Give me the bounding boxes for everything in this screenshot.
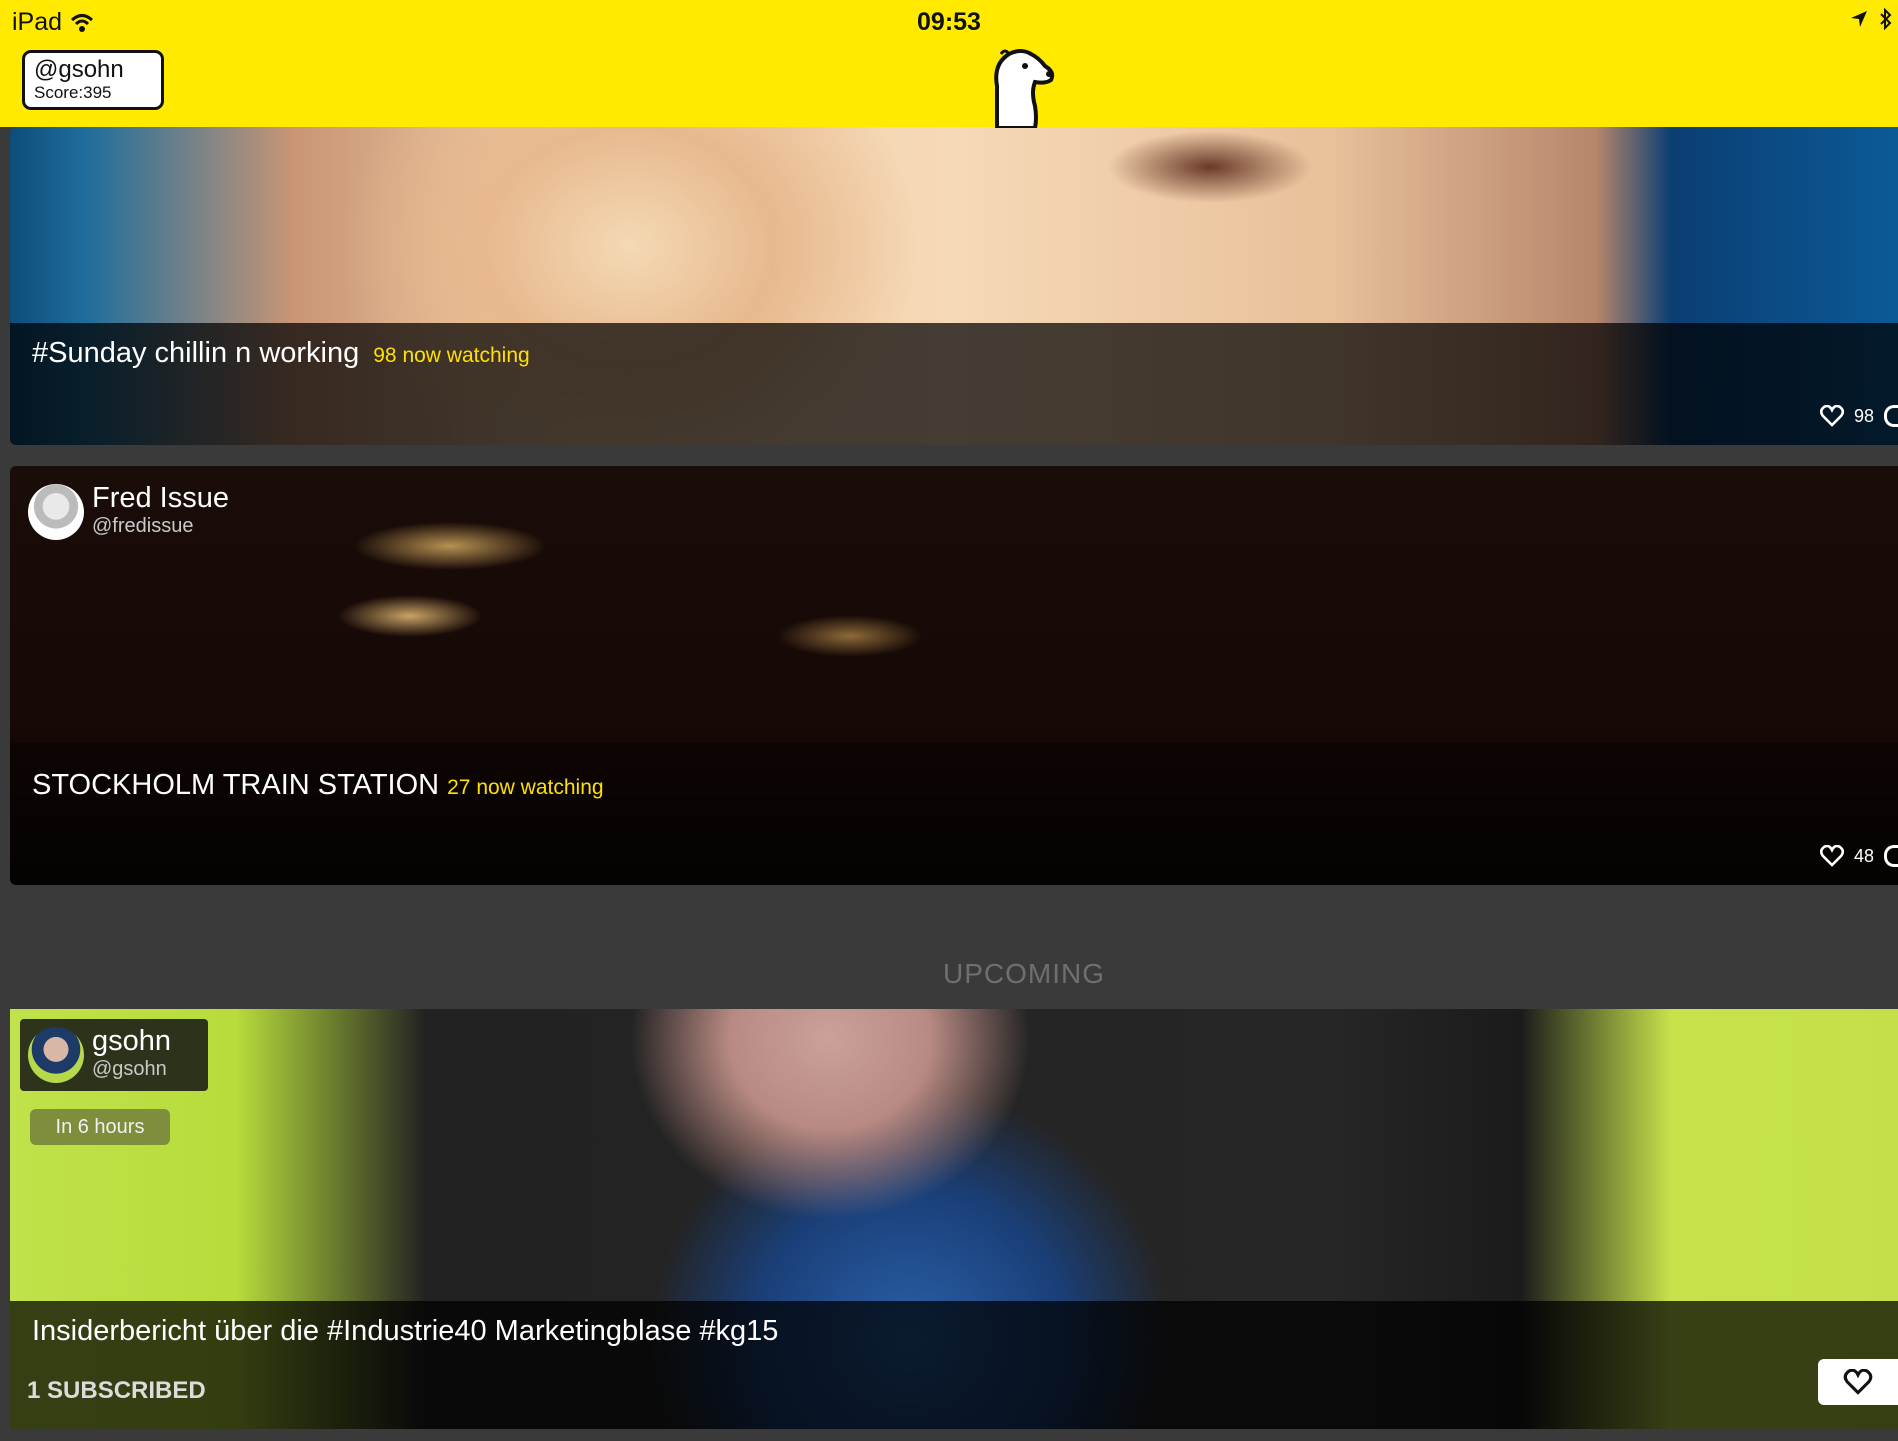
upcoming-section-label: UPCOMING: [943, 958, 1105, 989]
stream-title: #Sunday chillin n working: [32, 337, 360, 369]
subscribed-count: 1 SUBSCRIBED: [27, 1377, 206, 1404]
heart-icon[interactable]: [1819, 845, 1844, 867]
comment-icon[interactable]: [1884, 845, 1898, 867]
scheduled-time-badge: In 6 hours: [30, 1109, 170, 1145]
stream-stats: 48: [1819, 845, 1898, 867]
status-time: 09:53: [917, 8, 981, 36]
avatar[interactable]: [28, 1027, 84, 1083]
like-count: 48: [1853, 845, 1874, 866]
user-score: Score:395: [34, 83, 112, 102]
stream-caption-bar: #Sunday chillin n working 98 now watchin…: [10, 323, 1898, 445]
comment-icon[interactable]: [1884, 405, 1898, 427]
author-name: Fred Issue: [92, 482, 229, 514]
location-arrow-icon: [1851, 11, 1867, 27]
author-info[interactable]: gsohn @gsohn: [20, 1019, 208, 1091]
watching-count: 27 now watching: [447, 776, 604, 799]
top-bar: iPad 09:53 @gsohn Score:395: [0, 0, 1898, 128]
meerkat-logo[interactable]: [985, 46, 1065, 128]
heart-icon: [1843, 1369, 1873, 1395]
stream-caption: #Sunday chillin n working 98 now watchin…: [32, 337, 530, 370]
stream-title: Insiderbericht über die #Industrie40 Mar…: [32, 1315, 779, 1347]
upcoming-stream-card[interactable]: gsohn @gsohn In 6 hours Insiderbericht ü…: [10, 1009, 1898, 1429]
author-text: gsohn @gsohn: [92, 1025, 171, 1081]
like-count: 98: [1853, 405, 1874, 426]
app-screen: iPad 09:53 @gsohn Score:395 #Sunday chil…: [0, 0, 1898, 1441]
watching-count: 98 now watching: [373, 344, 530, 367]
author-info[interactable]: Fred Issue @fredissue: [92, 482, 229, 538]
avatar[interactable]: [28, 484, 84, 540]
user-score-badge[interactable]: @gsohn Score:395: [22, 50, 164, 110]
author-handle: @gsohn: [92, 1058, 167, 1080]
subscribe-button[interactable]: [1818, 1359, 1898, 1405]
stream-title: STOCKHOLM TRAIN STATION: [32, 769, 440, 801]
author-handle: @fredissue: [92, 515, 194, 537]
stream-caption: Insiderbericht über die #Industrie40 Mar…: [32, 1315, 778, 1348]
live-stream-card[interactable]: Fred Issue @fredissue STOCKHOLM TRAIN ST…: [10, 466, 1898, 885]
status-right: [1850, 8, 1892, 30]
live-stream-card[interactable]: #Sunday chillin n working 98 now watchin…: [10, 127, 1898, 445]
heart-icon[interactable]: [1819, 405, 1844, 427]
user-handle: @gsohn: [34, 56, 124, 83]
stream-caption-bar: Insiderbericht über die #Industrie40 Mar…: [10, 1301, 1898, 1429]
stream-stats: 98: [1819, 405, 1898, 427]
stream-caption-bar: STOCKHOLM TRAIN STATION 27 now watching …: [10, 743, 1898, 885]
bluetooth-icon: [1880, 8, 1892, 30]
author-name: gsohn: [92, 1025, 172, 1057]
stream-caption: STOCKHOLM TRAIN STATION 27 now watching: [32, 769, 604, 802]
